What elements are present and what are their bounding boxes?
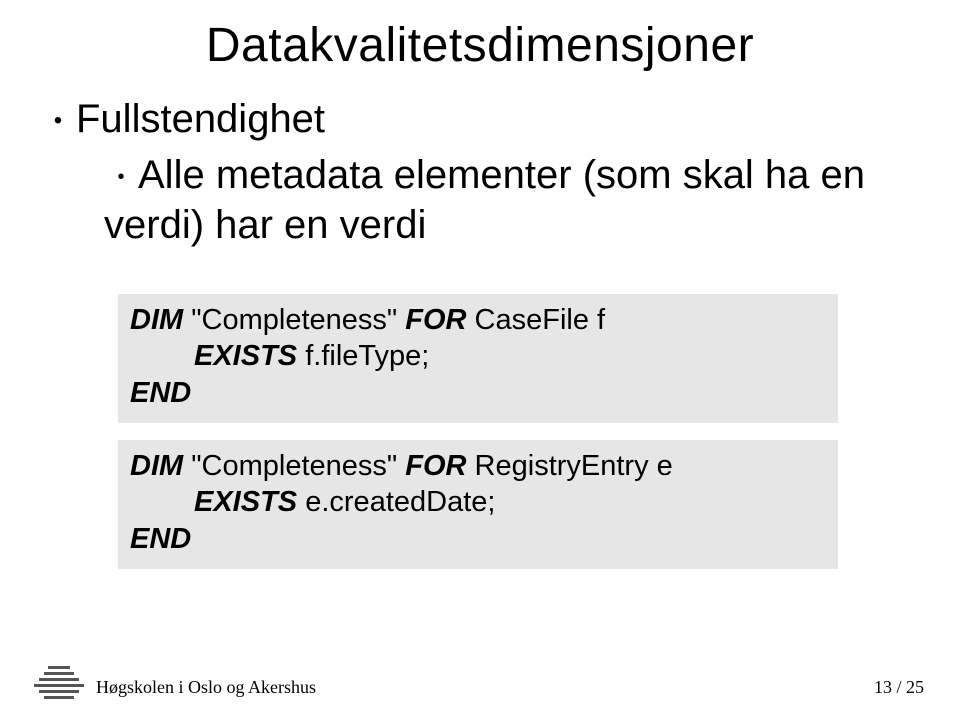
keyword-exists: EXISTS	[194, 486, 297, 518]
keyword-dim: DIM	[130, 450, 183, 482]
code-block-2: DIM "Completeness" FOR RegistryEntry e E…	[118, 440, 838, 569]
keyword-exists: EXISTS	[194, 340, 297, 372]
page-number: 13 / 25	[874, 677, 924, 698]
footer-institution: Høgskolen i Oslo og Akershus	[96, 677, 316, 698]
code-line: END	[130, 521, 826, 557]
code-expr: e.createdDate;	[305, 486, 495, 518]
bullet-dot-icon: •	[104, 165, 138, 190]
keyword-for: FOR	[405, 304, 466, 336]
bullet-l1-text: Fullstendighet	[76, 97, 325, 141]
institution-logo-icon	[30, 666, 86, 700]
slide-title: Datakvalitetsdimensjoner	[0, 18, 960, 73]
code-line: END	[130, 375, 826, 411]
slide: Datakvalitetsdimensjoner •Fullstendighet…	[0, 0, 960, 718]
bullet-level-1: •Fullstendighet	[40, 94, 920, 144]
keyword-end: END	[130, 523, 191, 555]
code-name: "Completeness"	[191, 450, 397, 482]
code-line: DIM "Completeness" FOR CaseFile f	[130, 302, 826, 338]
keyword-for: FOR	[405, 450, 466, 482]
code-expr: f.fileType;	[305, 340, 429, 372]
code-target: RegistryEntry e	[475, 450, 673, 482]
code-block-1: DIM "Completeness" FOR CaseFile f EXISTS…	[118, 294, 838, 423]
slide-body: •Fullstendighet •Alle metadata elementer…	[40, 90, 920, 250]
code-target: CaseFile f	[475, 304, 606, 336]
bullet-dot-icon: •	[40, 106, 76, 136]
keyword-end: END	[130, 377, 191, 409]
code-line: EXISTS e.createdDate;	[130, 484, 826, 520]
code-name: "Completeness"	[191, 304, 397, 336]
code-line: EXISTS f.fileType;	[130, 338, 826, 374]
bullet-level-2: •Alle metadata elementer (som skal ha en…	[104, 150, 920, 250]
code-line: DIM "Completeness" FOR RegistryEntry e	[130, 448, 826, 484]
keyword-dim: DIM	[130, 304, 183, 336]
bullet-l2-text: Alle metadata elementer (som skal ha en …	[104, 153, 865, 247]
